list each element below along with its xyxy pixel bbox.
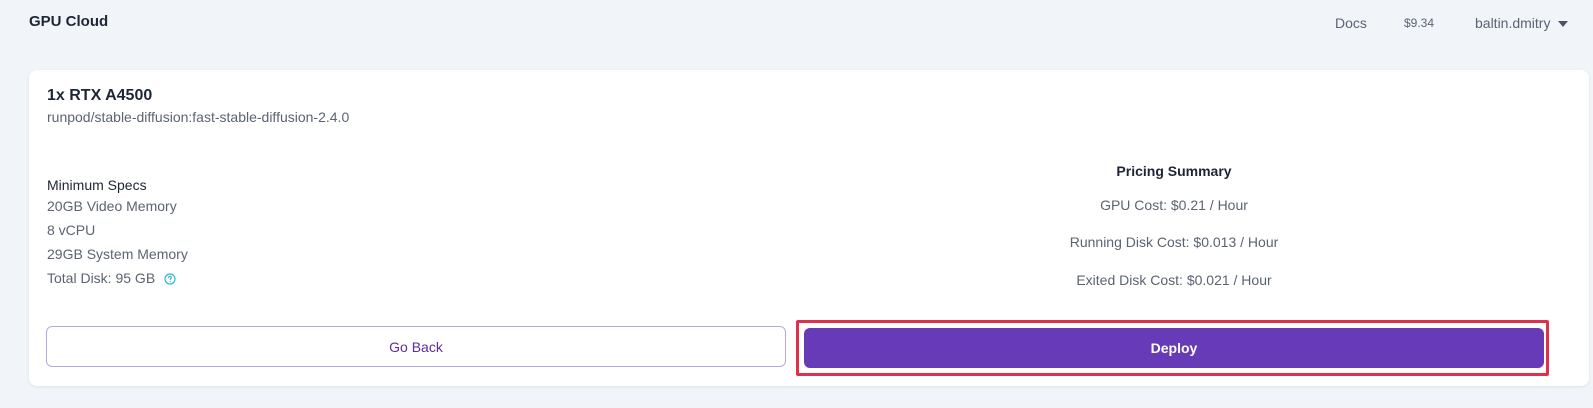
brand-title[interactable]: GPU Cloud: [29, 13, 108, 30]
running-disk-cost: Running Disk Cost: $0.013 / Hour: [1069, 234, 1279, 250]
deploy-summary-card: 1x RTX A4500 runpod/stable-diffusion:fas…: [29, 70, 1589, 386]
exited-disk-cost: Exited Disk Cost: $0.021 / Hour: [1076, 272, 1272, 288]
user-menu[interactable]: baltin.dmitry: [1475, 15, 1569, 31]
spec-system-memory: 29GB System Memory: [47, 246, 188, 262]
container-image-name: runpod/stable-diffusion:fast-stable-diff…: [47, 109, 350, 125]
username-label: baltin.dmitry: [1475, 15, 1551, 31]
spec-video-memory: 20GB Video Memory: [47, 198, 177, 214]
docs-link[interactable]: Docs: [1335, 15, 1367, 31]
minimum-specs-heading: Minimum Specs: [47, 177, 147, 193]
go-back-button[interactable]: Go Back: [46, 326, 786, 367]
top-bar: GPU Cloud Docs $9.34 baltin.dmitry: [0, 0, 1593, 46]
caret-down-icon: [1558, 20, 1569, 27]
spec-total-disk-row: Total Disk: 95 GB: [47, 270, 176, 286]
question-circle-icon[interactable]: [164, 272, 176, 285]
pricing-summary-heading: Pricing Summary: [1116, 163, 1232, 179]
deploy-button[interactable]: Deploy: [804, 328, 1544, 368]
account-balance: $9.34: [1404, 16, 1435, 30]
spec-vcpu: 8 vCPU: [47, 222, 96, 238]
gpu-title: 1x RTX A4500: [47, 87, 153, 104]
spec-total-disk: Total Disk: 95 GB: [47, 270, 156, 286]
gpu-cost: GPU Cost: $0.21 / Hour: [1100, 197, 1248, 213]
